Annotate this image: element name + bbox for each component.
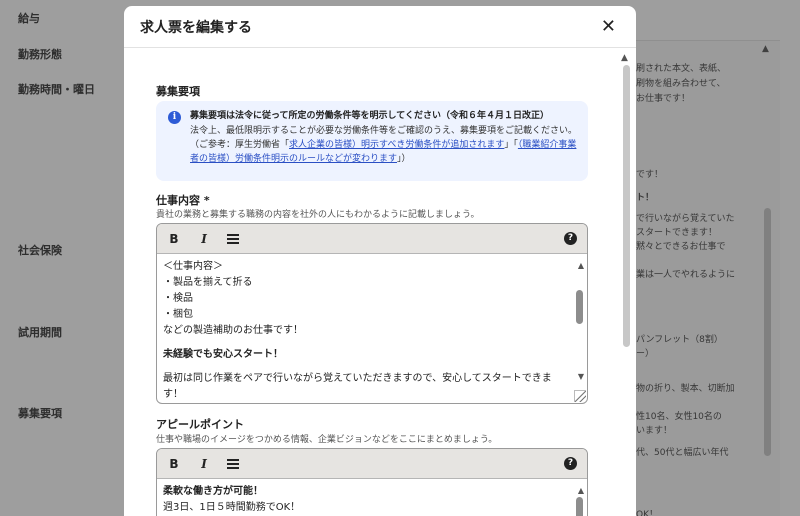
info-icon: i [168, 111, 181, 124]
modal-scrollbar-thumb[interactable] [623, 65, 630, 347]
job-content-help: 貴社の業務と募集する職務の内容を社外の人にもわかるように記載しましょう。 [156, 210, 480, 220]
content-line: ・検品 [163, 293, 193, 304]
content-line: 週3日、1日５時間勤務でOK！ [163, 502, 301, 513]
notice-text: 法令上、最低限明示することが必要な労働条件等をご確認のうえ、募集要項をご記載くだ… [190, 124, 578, 166]
modal-header: 求人票を編集する ✕ [124, 6, 636, 48]
content-heading: 未経験でも安心スタート！ [163, 349, 283, 360]
notice-box: i 募集要項は法令に従って所定の労働条件等を明示してください（令和６年４月１日改… [156, 101, 588, 181]
editor-scrollbar-thumb[interactable] [576, 290, 583, 324]
appeal-label: アピールポイント [156, 418, 244, 431]
appeal-help: 仕事や職場のイメージをつかめる情報、企業ビジョンなどをここにまとめましょう。 [156, 435, 498, 445]
job-content-textarea[interactable]: ＜仕事内容＞ ・製品を揃えて折る ・検品 ・梱包 などの製造補助のお仕事です！ … [157, 254, 587, 403]
content-line: ・製品を揃えて折る [163, 277, 253, 288]
bold-button[interactable]: B [167, 232, 181, 246]
section-title: 募集要項 [156, 85, 200, 98]
help-icon[interactable]: ? [564, 457, 577, 470]
appeal-textarea[interactable]: 柔軟な働き方が可能！ 週3日、1日５時間勤務でOK！ ▲ [157, 479, 587, 516]
job-content-editor: B I ? ＜仕事内容＞ ・製品を揃えて折る ・検品 ・梱包 などの製造補助のお… [156, 223, 588, 404]
content-line: などの製造補助のお仕事です！ [163, 325, 303, 336]
bold-button[interactable]: B [167, 457, 181, 471]
modal-body: ▲ 募集要項 i 募集要項は法令に従って所定の労働条件等を明示してください（令和… [124, 49, 636, 516]
editor-scroll-down-icon[interactable]: ▼ [578, 369, 584, 385]
content-line: ＜仕事内容＞ [163, 261, 223, 272]
notice-title: 募集要項は法令に従って所定の労働条件等を明示してください（令和６年４月１日改正） [190, 111, 550, 121]
editor-toolbar: B I ? [157, 224, 587, 254]
resize-handle[interactable] [574, 390, 586, 402]
edit-job-modal: 求人票を編集する ✕ ▲ 募集要項 i 募集要項は法令に従って所定の労働条件等を… [124, 6, 636, 516]
bullet-list-icon[interactable] [227, 233, 239, 244]
help-icon[interactable]: ? [564, 232, 577, 245]
content-heading: 柔軟な働き方が可能！ [163, 486, 263, 497]
bullet-list-icon[interactable] [227, 458, 239, 469]
close-icon[interactable]: ✕ [597, 16, 620, 38]
scroll-up-arrow-icon[interactable]: ▲ [621, 53, 628, 63]
modal-title: 求人票を編集する [140, 19, 252, 36]
italic-button[interactable]: I [197, 457, 211, 471]
notice-text-part: 」「 [504, 140, 518, 150]
editor-scroll-up-icon[interactable]: ▲ [578, 258, 584, 274]
content-paragraph: 最初は同じ作業をペアで行いながら覚えていただきますので、安心してスタートできます… [163, 373, 552, 400]
job-content-label: 仕事内容 * [156, 194, 210, 207]
notice-link-required-conditions[interactable]: 求人企業の皆様）明示すべき労働条件が追加されます [289, 140, 504, 150]
editor-scrollbar-thumb[interactable] [576, 497, 583, 516]
appeal-editor: B I ? 柔軟な働き方が可能！ 週3日、1日５時間勤務でOK！ ▲ [156, 448, 588, 516]
editor-toolbar: B I ? [157, 449, 587, 479]
notice-text-part: 」） [397, 154, 411, 164]
content-line: ・梱包 [163, 309, 193, 320]
italic-button[interactable]: I [197, 232, 211, 246]
